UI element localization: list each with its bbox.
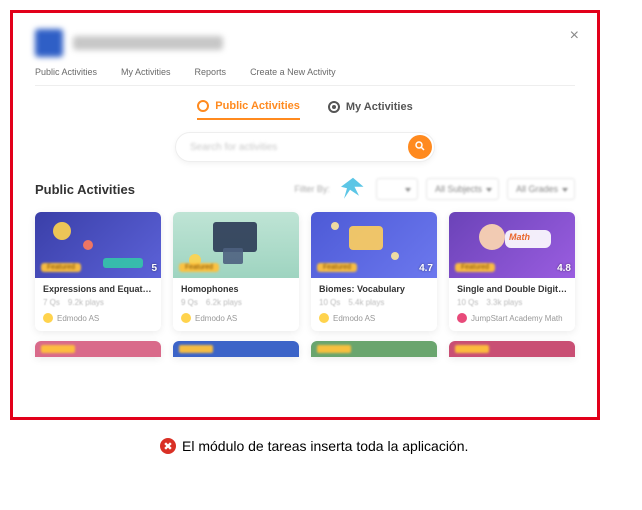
bird-logo-icon [338, 176, 368, 202]
section-header: Public Activities Filter By: All Subject… [35, 176, 575, 202]
card-thumbnail: Featured [173, 212, 299, 278]
search-button[interactable] [408, 135, 432, 159]
task-module: × Public Activities My Activities Report… [13, 13, 597, 417]
source-label: Edmodo AS [333, 314, 375, 323]
source-icon [43, 313, 53, 323]
card-title: Single and Double Digit… [457, 284, 567, 294]
card-title: Biomes: Vocabulary [319, 284, 429, 294]
featured-badge: Featured [41, 263, 81, 272]
card-body: Single and Double Digit… 10 Qs 3.3k play… [449, 278, 575, 331]
top-nav: Public Activities My Activities Reports … [35, 67, 575, 86]
card-source: Edmodo AS [319, 313, 429, 323]
featured-badge [455, 345, 489, 353]
search-icon [414, 140, 426, 155]
nav-my-activities[interactable]: My Activities [121, 67, 171, 77]
search-box [175, 132, 435, 162]
activity-cards: Featured 5 Expressions and Equati… 7 Qs … [35, 212, 575, 331]
card-questions: 10 Qs [319, 298, 340, 307]
activity-tabs: Public Activities My Activities [35, 100, 575, 120]
activity-card[interactable]: Featured 4.7 Biomes: Vocabulary 10 Qs 5.… [311, 212, 437, 331]
card-meta: 7 Qs 9.2k plays [43, 298, 153, 307]
section-title: Public Activities [35, 182, 135, 197]
error-caption: ✖ El módulo de tareas inserta toda la ap… [10, 438, 632, 454]
card-plays: 6.2k plays [206, 298, 242, 307]
nav-public-activities[interactable]: Public Activities [35, 67, 97, 77]
error-icon: ✖ [160, 438, 176, 454]
card-source: Edmodo AS [43, 313, 153, 323]
filter-select-blank[interactable] [376, 178, 418, 200]
activity-card-peek[interactable] [173, 341, 299, 357]
featured-badge [41, 345, 75, 353]
next-row-peek [35, 341, 575, 357]
source-icon [319, 313, 329, 323]
activity-card-peek[interactable] [449, 341, 575, 357]
math-label: Math [509, 232, 530, 242]
card-meta: 10 Qs 5.4k plays [319, 298, 429, 307]
card-meta: 10 Qs 3.3k plays [457, 298, 567, 307]
featured-badge [179, 345, 213, 353]
caption-text: El módulo de tareas inserta toda la apli… [182, 438, 468, 454]
filter-bar: Filter By: All Subjects All Grades [294, 176, 575, 202]
card-body: Homophones 9 Qs 6.2k plays Edmodo AS [173, 278, 299, 331]
card-questions: 9 Qs [181, 298, 198, 307]
card-thumbnail: Featured 4.7 [311, 212, 437, 278]
card-title: Expressions and Equati… [43, 284, 153, 294]
tab-label: My Activities [346, 101, 413, 113]
filter-label: Filter By: [294, 184, 330, 194]
select-value: All Subjects [435, 184, 482, 194]
brand-logo [35, 29, 63, 57]
activity-card-peek[interactable] [311, 341, 437, 357]
card-rating: 4.8 [557, 263, 571, 274]
card-questions: 10 Qs [457, 298, 478, 307]
featured-badge: Featured [455, 263, 495, 272]
card-title: Homophones [181, 284, 291, 294]
card-body: Expressions and Equati… 7 Qs 9.2k plays … [35, 278, 161, 331]
source-icon [457, 313, 467, 323]
filter-select-grades[interactable]: All Grades [507, 178, 575, 200]
card-rating: 5 [151, 263, 157, 274]
card-thumbnail: Featured 5 [35, 212, 161, 278]
card-plays: 9.2k plays [68, 298, 104, 307]
tab-label: Public Activities [215, 100, 300, 112]
card-plays: 3.3k plays [486, 298, 522, 307]
featured-badge: Featured [317, 263, 357, 272]
nav-reports[interactable]: Reports [195, 67, 227, 77]
card-body: Biomes: Vocabulary 10 Qs 5.4k plays Edmo… [311, 278, 437, 331]
x-icon: ✖ [163, 440, 172, 453]
source-label: Edmodo AS [195, 314, 237, 323]
card-plays: 5.4k plays [348, 298, 384, 307]
card-source: Edmodo AS [181, 313, 291, 323]
activity-card[interactable]: Math Featured 4.8 Single and Double Digi… [449, 212, 575, 331]
activity-card-peek[interactable] [35, 341, 161, 357]
search-input[interactable] [190, 142, 408, 153]
activity-card[interactable]: Featured 5 Expressions and Equati… 7 Qs … [35, 212, 161, 331]
globe-icon [197, 100, 209, 112]
source-label: JumpStart Academy Math [471, 314, 563, 323]
card-questions: 7 Qs [43, 298, 60, 307]
featured-badge: Featured [179, 263, 219, 272]
source-label: Edmodo AS [57, 314, 99, 323]
tab-public-activities[interactable]: Public Activities [197, 100, 300, 120]
brand-name-blurred [73, 36, 223, 50]
select-value: All Grades [516, 184, 558, 194]
filter-select-subjects[interactable]: All Subjects [426, 178, 499, 200]
card-thumbnail: Math Featured 4.8 [449, 212, 575, 278]
source-icon [181, 313, 191, 323]
activity-card[interactable]: Featured Homophones 9 Qs 6.2k plays Edmo… [173, 212, 299, 331]
search-row [35, 132, 575, 162]
tab-my-activities[interactable]: My Activities [328, 100, 413, 120]
app-brand [35, 29, 575, 57]
nav-create-activity[interactable]: Create a New Activity [250, 67, 336, 77]
card-meta: 9 Qs 6.2k plays [181, 298, 291, 307]
person-icon [328, 101, 340, 113]
featured-badge [317, 345, 351, 353]
error-frame: × Public Activities My Activities Report… [10, 10, 600, 420]
card-source: JumpStart Academy Math [457, 313, 567, 323]
card-rating: 4.7 [419, 263, 433, 274]
